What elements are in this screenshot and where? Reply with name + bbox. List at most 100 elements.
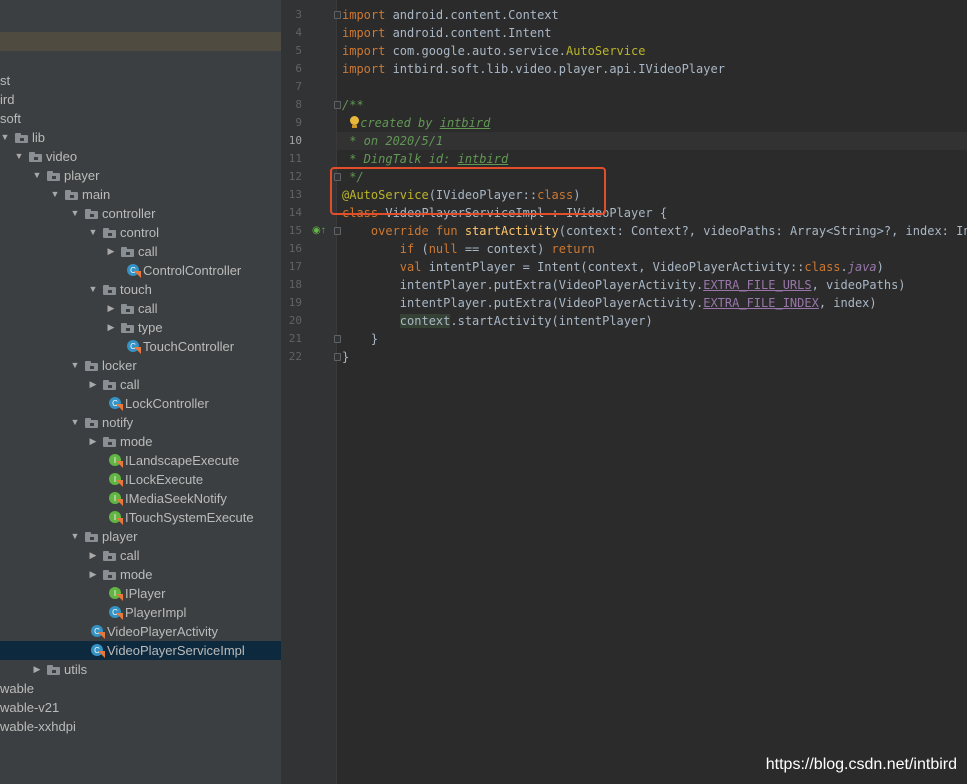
tree-row[interactable]: I ITouchSystemExecute	[0, 508, 281, 527]
chevron-right-icon[interactable]: ▶	[106, 242, 116, 261]
fold-marker-icon[interactable]	[334, 353, 341, 361]
chevron-down-icon[interactable]: ▼	[70, 204, 80, 223]
kotlin-class-icon: C	[127, 340, 141, 354]
chevron-down-icon[interactable]: ▼	[88, 280, 98, 299]
code-line[interactable]: }	[342, 330, 378, 348]
tree-row-highlight	[0, 32, 281, 51]
svg-text:C: C	[112, 608, 118, 617]
chevron-down-icon[interactable]: ▼	[0, 128, 10, 147]
tree-row[interactable]: ▶ mode	[0, 432, 281, 451]
tree-row[interactable]: ▶ call	[0, 546, 281, 565]
tree-row-label: ControlController	[143, 263, 242, 278]
tree-row[interactable]: ▼ touch	[0, 280, 281, 299]
tree-row[interactable]: ▶ call	[0, 242, 281, 261]
tree-row[interactable]: I IPlayer	[0, 584, 281, 603]
tree-row[interactable]: ▼ control	[0, 223, 281, 242]
code-line[interactable]: import android.content.Intent	[342, 24, 552, 42]
tree-row[interactable]: C ControlController	[0, 261, 281, 280]
folder-icon	[15, 133, 28, 143]
line-number: 8	[295, 98, 302, 111]
tree-row[interactable]: ▼ main	[0, 185, 281, 204]
code-line[interactable]: intentPlayer.putExtra(VideoPlayerActivit…	[342, 276, 906, 294]
tree-row[interactable]: ▼ player	[0, 527, 281, 546]
code-line[interactable]: intentPlayer.putExtra(VideoPlayerActivit…	[342, 294, 877, 312]
tree-row-label: lib	[32, 130, 46, 145]
tree-row[interactable]: wable-xxhdpi	[0, 717, 281, 736]
chevron-down-icon[interactable]: ▼	[70, 527, 80, 546]
code-line[interactable]: context.startActivity(intentPlayer)	[342, 312, 653, 330]
tree-row[interactable]: C VideoPlayerServiceImpl	[0, 641, 281, 660]
chevron-right-icon[interactable]: ▶	[88, 432, 98, 451]
fold-marker-icon[interactable]	[334, 227, 341, 235]
tree-row[interactable]: C TouchController	[0, 337, 281, 356]
chevron-down-icon[interactable]: ▼	[70, 413, 80, 432]
tree-row[interactable]: ▶ type	[0, 318, 281, 337]
tree-row[interactable]: soft	[0, 109, 281, 128]
code-line[interactable]: val intentPlayer = Intent(context, Video…	[342, 258, 884, 276]
tree-row[interactable]: C PlayerImpl	[0, 603, 281, 622]
code-line[interactable]: }	[342, 348, 349, 366]
code-line[interactable]: import android.content.Context	[342, 6, 559, 24]
code-token: intentPlayer.putExtra(VideoPlayerActivit…	[342, 296, 704, 310]
override-marker-icon[interactable]: ◉↑	[312, 222, 326, 240]
chevron-down-icon[interactable]: ▼	[88, 223, 98, 242]
tree-row[interactable]: ▶ mode	[0, 565, 281, 584]
tree-row[interactable]: I ILockExecute	[0, 470, 281, 489]
tree-row[interactable]: ▼ notify	[0, 413, 281, 432]
code-line[interactable]: if (null == context) return	[342, 240, 595, 258]
fold-marker-icon[interactable]	[334, 335, 341, 343]
tree-row[interactable]: C VideoPlayerActivity	[0, 622, 281, 641]
tree-row[interactable]: ▶ utils	[0, 660, 281, 679]
code-token: intbird	[457, 152, 509, 166]
chevron-right-icon[interactable]: ▶	[88, 546, 98, 565]
tree-row-label: type	[138, 320, 163, 335]
chevron-right-icon[interactable]: ▶	[106, 299, 116, 318]
svg-text:I: I	[114, 456, 116, 465]
tree-row[interactable]: C LockController	[0, 394, 281, 413]
tree-row[interactable]: ▼ video	[0, 147, 281, 166]
code-token: }	[342, 350, 350, 364]
tree-row[interactable]: ird	[0, 90, 281, 109]
tree-row[interactable]: st	[0, 71, 281, 90]
chevron-down-icon[interactable]: ▼	[32, 166, 42, 185]
code-line[interactable]: /**	[342, 96, 364, 114]
chevron-down-icon[interactable]: ▼	[14, 147, 24, 166]
gutter-divider	[336, 0, 337, 784]
tree-row-label: ird	[0, 92, 15, 107]
line-number: 14	[288, 206, 302, 219]
fold-marker-icon[interactable]	[334, 11, 341, 19]
tree-row[interactable]: ▼ locker	[0, 356, 281, 375]
tree-row[interactable]: I IMediaSeekNotify	[0, 489, 281, 508]
chevron-right-icon[interactable]: ▶	[88, 375, 98, 394]
code-line[interactable]: import com.google.auto.service.AutoServi…	[342, 42, 645, 60]
code-line[interactable]: * on 2020/5/1	[342, 132, 443, 150]
chevron-down-icon[interactable]: ▼	[50, 185, 60, 204]
tree-row[interactable]: ▶ call	[0, 375, 281, 394]
annotation-highlight-box	[330, 167, 606, 215]
lightbulb-icon[interactable]	[349, 116, 360, 129]
tree-row[interactable]: I ILandscapeExecute	[0, 451, 281, 470]
tree-row[interactable]: wable	[0, 679, 281, 698]
code-line[interactable]: import intbird.soft.lib.video.player.api…	[342, 60, 725, 78]
chevron-right-icon[interactable]: ▶	[88, 565, 98, 584]
tree-row[interactable]: ▼ player	[0, 166, 281, 185]
chevron-down-icon[interactable]: ▼	[70, 356, 80, 375]
folder-icon	[121, 304, 134, 314]
tree-row[interactable]: ▼ controller	[0, 204, 281, 223]
project-tree-panel[interactable]: st ird soft ▼ lib ▼ video ▼ player ▼ main ▼ controll…	[0, 0, 281, 784]
folder-icon	[85, 418, 98, 428]
folder-icon	[103, 570, 116, 580]
code-line[interactable]: created by intbird	[342, 114, 490, 132]
code-line[interactable]: * DingTalk id: intbird	[342, 150, 508, 168]
tree-row[interactable]: ▶ call	[0, 299, 281, 318]
code-editor[interactable]: 3 4 5 6 7 8 9 10 11 12 13 14 15 16 17 18 19 20 21 22 ◉↑ impo…	[281, 0, 967, 784]
chevron-right-icon[interactable]: ▶	[106, 318, 116, 337]
fold-marker-icon[interactable]	[334, 101, 341, 109]
svg-text:C: C	[112, 399, 118, 408]
tree-row-label: mode	[120, 567, 153, 582]
tree-row[interactable]: wable-v21	[0, 698, 281, 717]
chevron-right-icon[interactable]: ▶	[32, 660, 42, 679]
tree-row[interactable]: ▼ lib	[0, 128, 281, 147]
code-line[interactable]: override fun startActivity(context: Cont…	[342, 222, 967, 240]
